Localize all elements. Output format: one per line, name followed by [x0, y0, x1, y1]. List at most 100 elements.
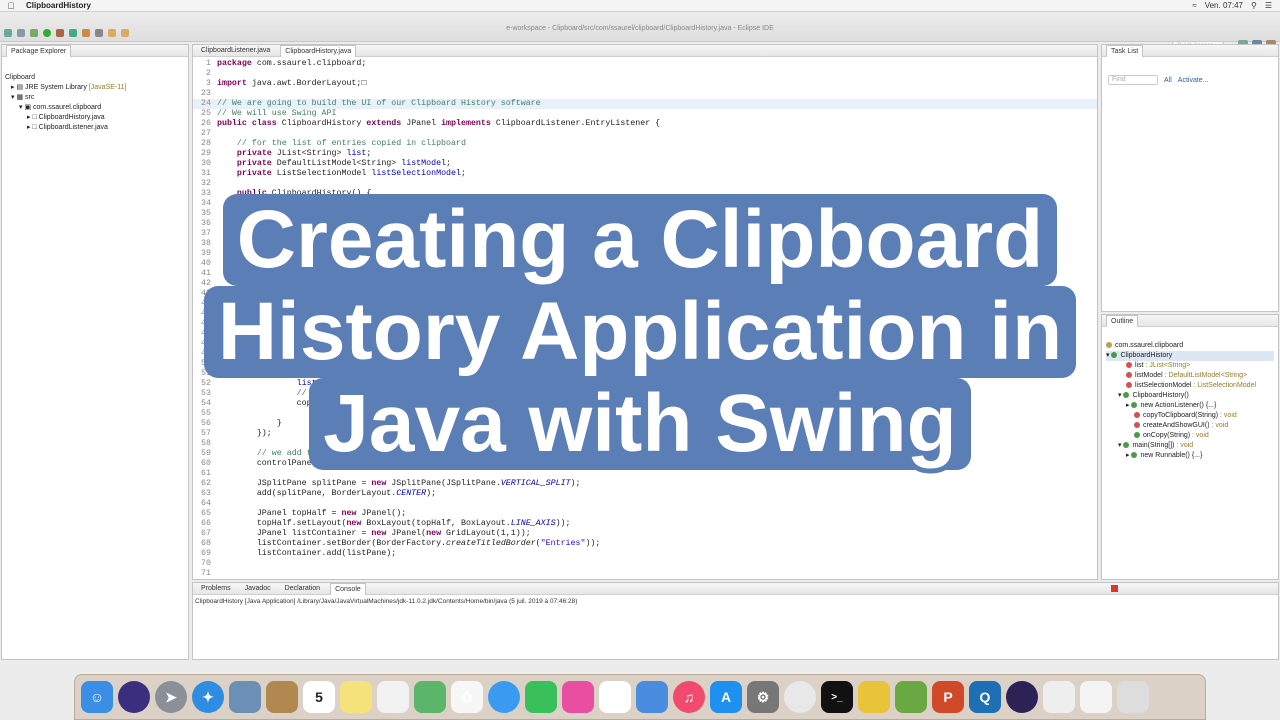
clock[interactable]: Ven. 07:47	[1205, 1, 1243, 10]
outline-item[interactable]: com.ssaurel.clipboard	[1106, 341, 1274, 351]
activate-link[interactable]: Activate...	[1178, 77, 1209, 84]
outline-item[interactable]: ▾ ClipboardHistory()	[1106, 391, 1274, 401]
app-name[interactable]: ClipboardHistory	[26, 1, 91, 10]
tab-outline[interactable]: Outline	[1106, 314, 1139, 327]
tree-file[interactable]: ▸ □ ClipboardHistory.java	[5, 113, 185, 123]
back-icon[interactable]	[108, 29, 116, 37]
quicktime-doc-icon[interactable]	[1080, 681, 1112, 713]
tree-file[interactable]: ▸ □ ClipboardListener.java	[5, 123, 185, 133]
launchpad-icon[interactable]: ➤	[155, 681, 187, 713]
outline-item[interactable]: listSelectionModel : ListSelectionModel	[1106, 381, 1274, 391]
keynote-icon[interactable]	[636, 681, 668, 713]
notes-icon[interactable]	[340, 681, 372, 713]
facetime-icon[interactable]	[525, 681, 557, 713]
itunes-icon[interactable]: ♫	[673, 681, 705, 713]
all-link[interactable]: All	[1164, 77, 1172, 84]
file-label: ClipboardListener.java	[38, 124, 108, 131]
filezilla-icon[interactable]	[858, 681, 890, 713]
debug-icon[interactable]	[30, 29, 38, 37]
new-icon[interactable]	[4, 29, 12, 37]
photo-booth-icon[interactable]	[562, 681, 594, 713]
terminal-icon[interactable]: >_	[821, 681, 853, 713]
copy-button[interactable]: Copy	[609, 374, 623, 380]
app-store-icon[interactable]: A	[710, 681, 742, 713]
apple-icon[interactable]: 	[0, 1, 22, 11]
tab-declaration[interactable]: Declaration	[281, 583, 324, 595]
outline-item[interactable]: ▸ new ActionListener() {...}	[1106, 401, 1274, 411]
system-preferences-icon[interactable]: ⚙	[747, 681, 779, 713]
calendar-icon[interactable]: 5	[303, 681, 335, 713]
class-icon	[1111, 352, 1118, 359]
search-icon[interactable]: ⚲	[1251, 1, 1257, 10]
forward-icon[interactable]	[121, 29, 129, 37]
tree-package[interactable]: ▾ ▣ com.ssaurel.clipboard	[5, 103, 185, 113]
outline-type: : void	[1192, 432, 1209, 439]
maps-icon[interactable]	[414, 681, 446, 713]
outline-type: : ListSelectionModel	[1193, 382, 1257, 389]
terminate-icon[interactable]	[1111, 585, 1118, 592]
java-icon[interactable]	[1043, 681, 1075, 713]
line-number: 27	[201, 129, 211, 138]
outline-item[interactable]: createAndShowGUI() : void	[1106, 421, 1274, 431]
finder-icon[interactable]: ☺	[81, 681, 113, 713]
tab-task-list[interactable]: Task List	[1106, 44, 1144, 57]
tab-clipboard-history[interactable]: ClipboardHistory.java	[280, 44, 357, 57]
outline-item[interactable]: copyToClipboard(String) : void	[1106, 411, 1274, 421]
public-method-icon	[1134, 432, 1140, 439]
outline-item[interactable]: ▸ new Runnable() {...}	[1106, 451, 1274, 461]
line-number: 48	[201, 339, 211, 348]
contacts-icon[interactable]	[266, 681, 298, 713]
quicktime-icon[interactable]: Q	[969, 681, 1001, 713]
wifi-icon[interactable]: ≈	[1192, 1, 1196, 10]
powerpoint-icon[interactable]: P	[932, 681, 964, 713]
outline-item[interactable]: listModel : DefaultListModel<String>	[1106, 371, 1274, 381]
outline-item[interactable]: onCopy(String) : void	[1106, 431, 1274, 441]
outline-item[interactable]: ▾ ClipboardHistory	[1106, 351, 1274, 361]
tree-jre[interactable]: ▸ ▤ JRE System Library [JavaSE-11]	[5, 83, 185, 93]
tab-problems[interactable]: Problems	[197, 583, 235, 595]
line-number: 70	[201, 559, 211, 568]
clipboard-app-window[interactable]: Clipboard Copy	[498, 269, 748, 380]
jre-suffix: [JavaSE-11]	[88, 84, 127, 91]
tree-src[interactable]: ▾ ▦ src	[5, 93, 185, 103]
line-number: 35	[201, 209, 211, 218]
tab-console[interactable]: Console	[330, 582, 366, 595]
chrome-icon[interactable]	[784, 681, 816, 713]
line-number: 56	[201, 419, 211, 428]
outline-label: ClipboardHistory()	[1132, 392, 1189, 399]
photos-icon[interactable]: ✿	[451, 681, 483, 713]
open-type-icon[interactable]	[82, 29, 90, 37]
mac-menubar:  ClipboardHistory ≈ Ven. 07:47 ⚲ ☰	[0, 0, 1280, 12]
line-number: 42	[201, 279, 211, 288]
search-tool-icon[interactable]	[95, 29, 103, 37]
reminders-icon[interactable]	[377, 681, 409, 713]
mail-icon[interactable]	[229, 681, 261, 713]
android-studio-icon[interactable]	[895, 681, 927, 713]
line-number: 68	[201, 539, 211, 548]
coverage-icon[interactable]	[56, 29, 64, 37]
tab-clipboard-listener[interactable]: ClipboardListener.java	[197, 45, 274, 57]
tab-javadoc[interactable]: Javadoc	[241, 583, 275, 595]
menu-icon[interactable]: ☰	[1265, 1, 1272, 10]
save-icon[interactable]	[17, 29, 25, 37]
window-title: e-workspace - Clipboard/src/com/ssaurel/…	[506, 25, 774, 32]
find-input[interactable]: Find	[1108, 75, 1158, 85]
numbers-icon[interactable]	[599, 681, 631, 713]
safari-icon[interactable]: ✦	[192, 681, 224, 713]
package-explorer: Package Explorer Clipboard ▸ ▤ JRE Syste…	[1, 44, 189, 660]
private-field-icon	[1126, 382, 1132, 389]
outline-item[interactable]: ▾ main(String[]) : void	[1106, 441, 1274, 451]
run-icon[interactable]	[43, 29, 51, 37]
trash-icon[interactable]	[1117, 681, 1149, 713]
tree-project[interactable]: Clipboard	[5, 73, 185, 83]
tab-package-explorer[interactable]: Package Explorer	[6, 44, 72, 57]
line-number: 46	[201, 319, 211, 328]
messages-icon[interactable]	[488, 681, 520, 713]
line-number: 30	[201, 159, 211, 168]
eclipse-icon[interactable]	[1006, 681, 1038, 713]
siri-icon[interactable]	[118, 681, 150, 713]
line-number: 64	[201, 499, 211, 508]
outline-type: : JList<String>	[1145, 362, 1191, 369]
new-class-icon[interactable]	[69, 29, 77, 37]
outline-item[interactable]: list : JList<String>	[1106, 361, 1274, 371]
